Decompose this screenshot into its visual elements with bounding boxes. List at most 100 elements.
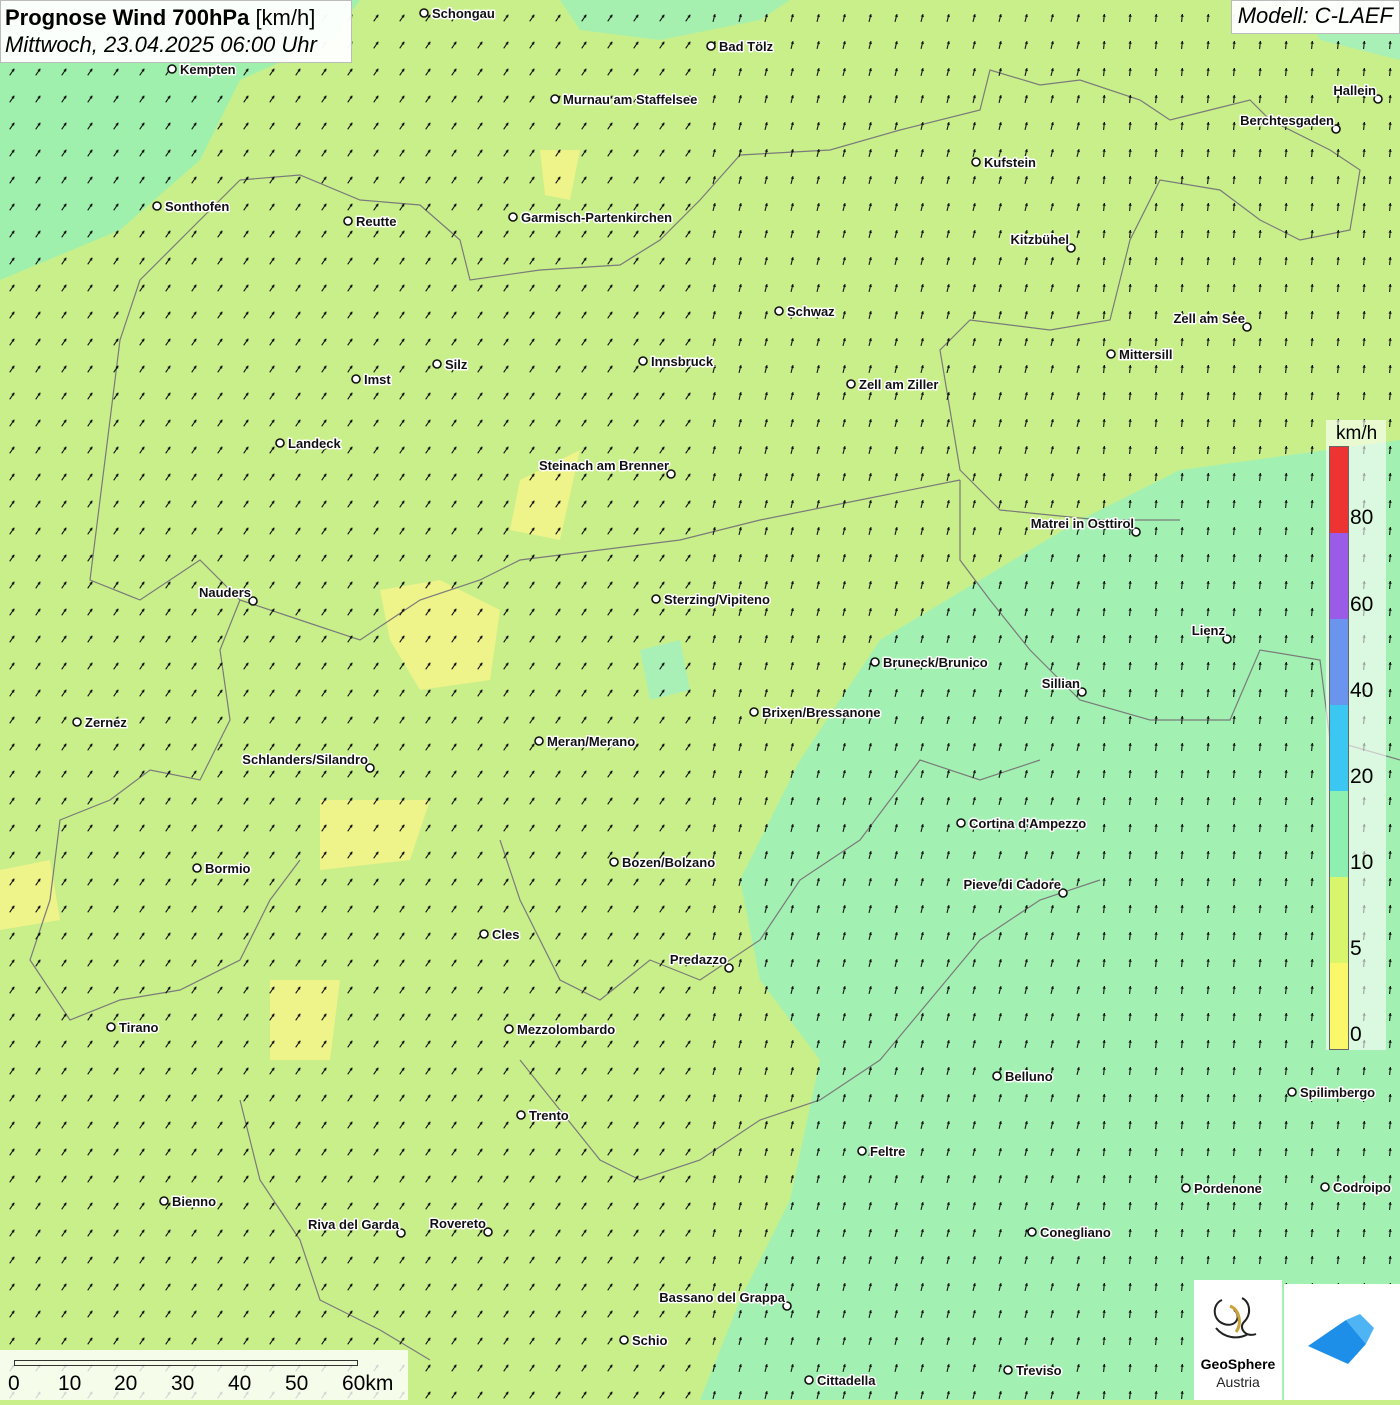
city-dot xyxy=(707,42,715,50)
city-label: Imst xyxy=(364,372,391,387)
city-dot xyxy=(847,380,855,388)
city-marker[interactable]: Cortina d'Ampezzo xyxy=(957,816,1086,831)
city-marker[interactable]: Innsbruck xyxy=(639,354,714,369)
city-dot xyxy=(750,708,758,716)
city-label: Zernez xyxy=(85,715,127,730)
city-label: Zell am Ziller xyxy=(859,377,938,392)
city-marker[interactable]: Conegliano xyxy=(1028,1225,1111,1240)
legend-tick-label: 0 xyxy=(1350,1023,1362,1047)
city-dot xyxy=(1182,1184,1190,1192)
city-marker[interactable]: Murnau am Staffelsee xyxy=(551,92,697,107)
legend-tick-label: 80 xyxy=(1350,506,1373,530)
city-label: Innsbruck xyxy=(651,354,714,369)
city-label: Nauders xyxy=(199,585,251,600)
geosphere-logo[interactable]: GeoSphere Austria xyxy=(1194,1280,1282,1400)
city-label: Bozen/Bolzano xyxy=(622,855,715,870)
city-label: Bruneck/Brunico xyxy=(883,655,988,670)
city-dot xyxy=(344,217,352,225)
app-arrow-icon xyxy=(1284,1284,1400,1400)
city-marker[interactable]: Spilimbergo xyxy=(1288,1085,1375,1100)
city-label: Belluno xyxy=(1005,1069,1053,1084)
city-label: Hallein xyxy=(1333,83,1376,98)
legend-color-segment xyxy=(1330,963,1348,1049)
city-label: Pieve di Cadore xyxy=(963,877,1061,892)
city-label: Treviso xyxy=(1016,1363,1062,1378)
city-label: Murnau am Staffelsee xyxy=(563,92,697,107)
city-label: Garmisch-Partenkirchen xyxy=(521,210,672,225)
model-label: Modell: C-LAEF xyxy=(1231,0,1400,34)
city-label: Zell am See xyxy=(1173,311,1245,326)
scale-tick-label: 40 xyxy=(228,1372,251,1396)
city-label: Kitzbühel xyxy=(1011,232,1070,247)
city-dot xyxy=(480,930,488,938)
city-label: Schio xyxy=(632,1333,667,1348)
city-label: Cortina d'Ampezzo xyxy=(969,816,1086,831)
city-label: Rovereto xyxy=(430,1216,486,1231)
city-label: Sterzing/Vipiteno xyxy=(664,592,770,607)
city-marker[interactable]: Zell am Ziller xyxy=(847,377,938,392)
city-dot xyxy=(193,864,201,872)
city-dot xyxy=(517,1111,525,1119)
city-dot xyxy=(972,158,980,166)
city-label: Kufstein xyxy=(984,155,1036,170)
title-box: Prognose Wind 700hPa [km/h] Mittwoch, 23… xyxy=(0,0,352,63)
city-label: Bassano del Grappa xyxy=(659,1290,785,1305)
city-label: Landeck xyxy=(288,436,342,451)
legend-color-segment xyxy=(1330,877,1348,963)
wind-map[interactable]: Schongau Bad Tölz Kempten Murnau am Staffel… xyxy=(0,0,1400,1400)
city-marker[interactable]: Schongau xyxy=(420,6,495,21)
legend-color-segment xyxy=(1330,533,1348,619)
scale-tick-label: 10 xyxy=(58,1372,81,1396)
scale-tick-label: 30 xyxy=(171,1372,194,1396)
legend-tick-label: 10 xyxy=(1350,851,1373,875)
scale-tick-label: 60km xyxy=(342,1372,393,1396)
scale-tick-label: 0 xyxy=(8,1372,20,1396)
scale-tick-label: 50 xyxy=(285,1372,308,1396)
city-label: Bormio xyxy=(205,861,251,876)
city-label: Brixen/Bressanone xyxy=(762,705,881,720)
city-label: Kempten xyxy=(180,62,236,77)
city-label: Riva del Garda xyxy=(308,1217,400,1232)
city-dot xyxy=(1321,1183,1329,1191)
city-marker[interactable]: Bozen/Bolzano xyxy=(610,855,715,870)
city-dot xyxy=(420,9,428,17)
city-marker[interactable]: Brixen/Bressanone xyxy=(750,705,881,720)
weather-app-logo[interactable] xyxy=(1284,1284,1400,1400)
city-dot xyxy=(160,1197,168,1205)
city-marker[interactable]: Meran/Merano xyxy=(535,734,635,749)
city-label: Matrei in Osttirol xyxy=(1031,516,1134,531)
city-label: Tirano xyxy=(119,1020,159,1035)
map-title: Prognose Wind 700hPa [km/h] xyxy=(5,5,347,31)
city-dot xyxy=(652,595,660,603)
city-label: Sonthofen xyxy=(165,199,229,214)
legend-tick-label: 5 xyxy=(1350,937,1362,961)
map-title-main: Prognose Wind 700hPa xyxy=(5,5,249,30)
city-marker[interactable]: Mezzolombardo xyxy=(505,1022,615,1037)
geosphere-swirl-icon xyxy=(1194,1280,1282,1356)
city-label: Mittersill xyxy=(1119,347,1172,362)
city-marker[interactable]: Pordenone xyxy=(1182,1181,1262,1196)
legend-color-bar xyxy=(1329,446,1349,1050)
legend-color-segment xyxy=(1330,447,1348,533)
city-dot xyxy=(509,213,517,221)
city-label: Mezzolombardo xyxy=(517,1022,615,1037)
city-marker[interactable]: Sonthofen xyxy=(153,199,229,214)
city-dot xyxy=(993,1072,1001,1080)
city-dot xyxy=(505,1025,513,1033)
city-marker[interactable]: Sterzing/Vipiteno xyxy=(652,592,770,607)
city-dot xyxy=(153,202,161,210)
city-label: Bad Tölz xyxy=(719,39,774,54)
city-label: Berchtesgaden xyxy=(1240,113,1334,128)
city-label: Spilimbergo xyxy=(1300,1085,1375,1100)
city-dot xyxy=(957,819,965,827)
city-marker[interactable]: Bruneck/Brunico xyxy=(871,655,988,670)
city-label: Schwaz xyxy=(787,304,835,319)
city-label: Codroipo xyxy=(1333,1180,1391,1195)
city-dot xyxy=(871,658,879,666)
legend-color-segment xyxy=(1330,791,1348,877)
city-dot xyxy=(535,737,543,745)
city-label: Trento xyxy=(529,1108,569,1123)
city-marker[interactable]: Garmisch-Partenkirchen xyxy=(509,210,672,225)
city-label: Predazzo xyxy=(670,952,727,967)
scale-bar xyxy=(14,1360,358,1366)
